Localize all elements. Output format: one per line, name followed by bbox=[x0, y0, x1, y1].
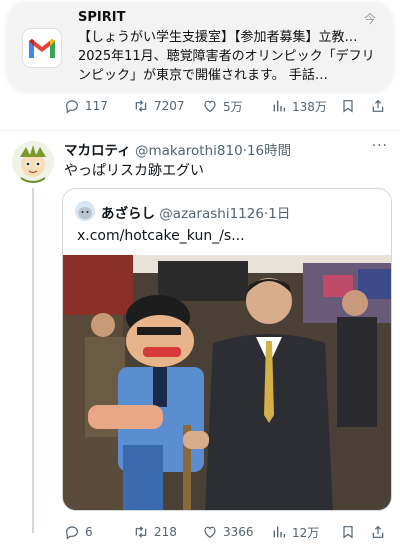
retweet-button[interactable]: 218 bbox=[133, 518, 177, 546]
notification-body: 【しょうがい学生支援室】【参加者募集】立教… 2025年11月、聴覚障害者のオリ… bbox=[78, 30, 375, 83]
retweet-count: 218 bbox=[154, 525, 177, 539]
tweet-actions: 6 218 3366 12万 bbox=[0, 518, 400, 546]
share-button[interactable] bbox=[370, 92, 386, 120]
reply-icon bbox=[66, 100, 78, 114]
reply-button[interactable]: 117 bbox=[64, 92, 108, 120]
view-count: 138万 bbox=[292, 99, 327, 114]
bookmark-icon bbox=[343, 526, 353, 539]
reply-button[interactable]: 6 bbox=[64, 518, 93, 546]
avatar[interactable] bbox=[12, 141, 54, 183]
share-icon bbox=[372, 525, 384, 538]
bookmark-button[interactable] bbox=[340, 92, 356, 120]
display-name[interactable]: マカロティ bbox=[64, 143, 131, 159]
quote-tweet-card[interactable]: あざらし @azarashi1126·1日 x.com/hotcake_kun_… bbox=[62, 188, 392, 511]
previous-tweet-actions: 117 7207 5万 138万 bbox=[0, 92, 400, 120]
quote-avatar[interactable] bbox=[75, 201, 95, 221]
tweet-divider bbox=[0, 130, 400, 131]
heart-icon bbox=[204, 100, 216, 113]
tweet-time[interactable]: 16時間 bbox=[247, 143, 291, 159]
quote-link-text[interactable]: x.com/hotcake_kun_/s... bbox=[77, 228, 245, 244]
thread-line bbox=[32, 188, 34, 533]
quote-time[interactable]: 1日 bbox=[268, 206, 290, 222]
analytics-icon bbox=[273, 526, 285, 538]
handle[interactable]: @makarothi810 bbox=[135, 143, 243, 159]
view-count: 12万 bbox=[292, 525, 320, 540]
reply-count: 6 bbox=[85, 525, 93, 539]
quote-header: あざらし @azarashi1126·1日 bbox=[101, 206, 291, 222]
tweet-text: やっぱリスカ跡エグい bbox=[64, 163, 204, 179]
tweet-header: マカロティ @makarothi810·16時間 bbox=[64, 143, 292, 159]
analytics-icon bbox=[273, 100, 285, 112]
like-button[interactable]: 5万 bbox=[202, 92, 243, 120]
quote-handle[interactable]: @azarashi1126 bbox=[159, 206, 264, 222]
bookmark-button[interactable] bbox=[340, 518, 356, 546]
like-button[interactable]: 3366 bbox=[202, 518, 254, 546]
share-button[interactable] bbox=[370, 518, 386, 546]
more-options-icon[interactable]: ··· bbox=[372, 138, 388, 154]
retweet-icon bbox=[135, 100, 147, 112]
notification-app-name: SPIRIT bbox=[78, 10, 126, 25]
notification-time: 今 bbox=[363, 12, 376, 26]
reply-count: 117 bbox=[85, 99, 108, 113]
share-icon bbox=[372, 99, 384, 112]
views-button[interactable]: 138万 bbox=[271, 92, 327, 120]
heart-icon bbox=[204, 526, 216, 539]
like-count: 5万 bbox=[223, 99, 243, 114]
like-count: 3366 bbox=[223, 525, 254, 539]
quote-photo[interactable] bbox=[63, 255, 392, 511]
views-button[interactable]: 12万 bbox=[271, 518, 319, 546]
bookmark-icon bbox=[343, 100, 353, 113]
retweet-button[interactable]: 7207 bbox=[133, 92, 185, 120]
quote-display-name[interactable]: あざらし bbox=[101, 206, 155, 222]
gmail-icon bbox=[22, 28, 62, 68]
notification-banner[interactable]: SPIRIT 今 【しょうがい学生支援室】【参加者募集】立教… 2025年11月… bbox=[8, 2, 392, 90]
reply-icon bbox=[66, 526, 78, 540]
retweet-icon bbox=[135, 526, 147, 538]
retweet-count: 7207 bbox=[154, 99, 185, 113]
